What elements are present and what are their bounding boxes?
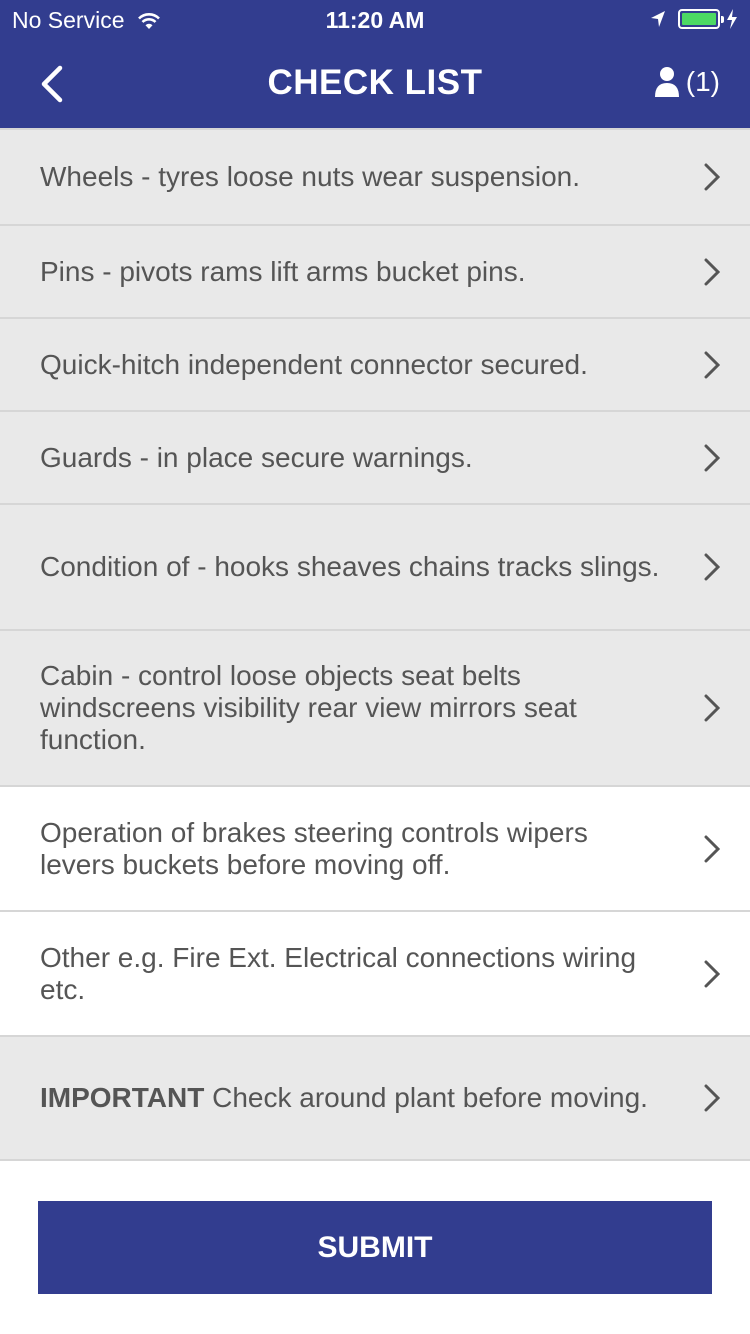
- checklist-item[interactable]: Operation of brakes steering controls wi…: [0, 785, 750, 910]
- location-arrow-icon: [651, 11, 665, 27]
- checklist-item[interactable]: Wheels - tyres loose nuts wear suspensio…: [0, 128, 750, 224]
- checklist-item-label: IMPORTANT Check around plant before movi…: [40, 1082, 648, 1114]
- chevron-right-icon: [704, 444, 720, 471]
- checklist-item-label: Operation of brakes steering controls wi…: [40, 816, 588, 880]
- checklist-item[interactable]: Guards - in place secure warnings.: [0, 410, 750, 503]
- user-count: (1): [685, 66, 720, 97]
- status-bar: No Service 11:20 AM: [0, 0, 750, 40]
- checklist-item[interactable]: IMPORTANT Check around plant before movi…: [0, 1035, 750, 1161]
- chevron-right-icon: [704, 694, 720, 722]
- checklist-item-label: Quick-hitch independent connector secure…: [40, 348, 588, 380]
- submit-button[interactable]: SUBMIT: [38, 1201, 712, 1294]
- status-bar-right: [650, 9, 738, 29]
- checklist-item-label: Condition of - hooks sheaves chains trac…: [40, 551, 660, 582]
- chevron-right-icon: [704, 258, 720, 285]
- chevron-right-icon: [704, 960, 720, 987]
- battery-level: [682, 13, 716, 25]
- user-icon: [654, 67, 679, 97]
- chevron-right-icon: [704, 163, 720, 191]
- checklist-item-label: Cabin - control loose objects seat belts…: [40, 660, 577, 755]
- charging-bolt-icon: [727, 9, 737, 29]
- checklist-item-label: Wheels - tyres loose nuts wear suspensio…: [40, 161, 581, 192]
- checklist-item-label: Other e.g. Fire Ext. Electrical connecti…: [40, 941, 637, 1005]
- chevron-right-icon: [704, 835, 720, 862]
- user-count-button[interactable]: (1): [654, 66, 720, 98]
- checklist-item[interactable]: Pins - pivots rams lift arms bucket pins…: [0, 224, 750, 317]
- chevron-right-icon: [704, 553, 720, 581]
- checklist-item-label: Pins - pivots rams lift arms bucket pins…: [40, 255, 526, 287]
- chevron-right-icon: [704, 351, 720, 378]
- chevron-right-icon: [704, 1084, 720, 1112]
- checklist-item[interactable]: Cabin - control loose objects seat belts…: [0, 629, 750, 785]
- checklist-item[interactable]: Other e.g. Fire Ext. Electrical connecti…: [0, 910, 750, 1035]
- status-time: 11:20 AM: [325, 7, 425, 33]
- checklist-item[interactable]: Quick-hitch independent connector secure…: [0, 317, 750, 410]
- checklist-item-label: Guards - in place secure warnings.: [40, 441, 473, 473]
- battery-icon: [678, 9, 724, 29]
- page-title: CHECK LIST: [267, 63, 483, 102]
- header: No Service 11:20 AM CHECK LIST (1): [0, 0, 750, 128]
- checklist-item-text: Check around plant before moving.: [204, 1082, 648, 1113]
- checklist-item[interactable]: Condition of - hooks sheaves chains trac…: [0, 503, 750, 629]
- important-label: IMPORTANT: [40, 1082, 205, 1113]
- checklist: Wheels - tyres loose nuts wear suspensio…: [0, 128, 750, 1161]
